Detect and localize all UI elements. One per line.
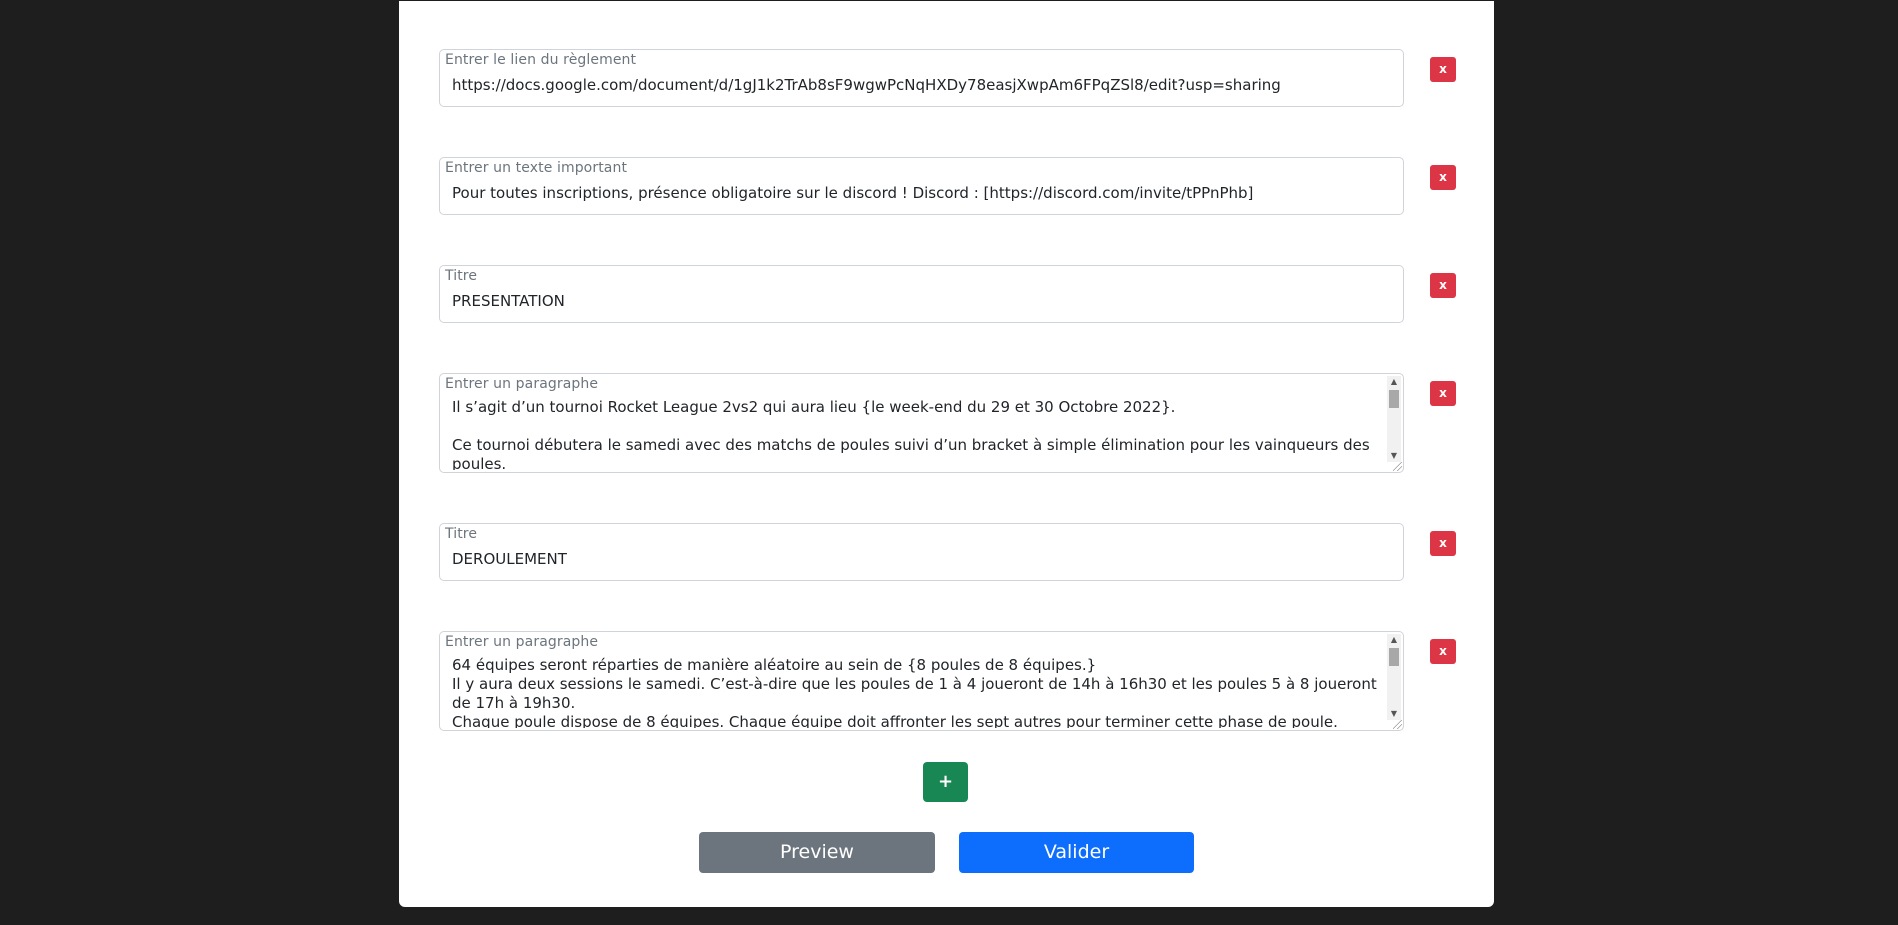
important-text-field[interactable]: Entrer un texte important Pour toutes in… (439, 157, 1404, 215)
paragraph-textarea[interactable]: Il s’agit d’un tournoi Rocket League 2vs… (452, 398, 1377, 470)
paragraph-field[interactable]: Entrer un paragraphe Il s’agit d’un tour… (439, 373, 1404, 473)
title-input[interactable]: DEROULEMENT (452, 550, 1391, 568)
delete-button[interactable]: x (1430, 639, 1456, 664)
scroll-up-icon[interactable]: ▲ (1387, 634, 1401, 646)
scrollbar[interactable]: ▲ ▼ (1387, 634, 1401, 720)
paragraph-line: 64 équipes seront réparties de manière a… (452, 656, 1097, 674)
scroll-down-icon[interactable]: ▼ (1387, 708, 1401, 720)
resize-grip-icon[interactable] (1393, 720, 1402, 729)
title-field[interactable]: Titre PRESENTATION (439, 265, 1404, 323)
delete-button[interactable]: x (1430, 57, 1456, 82)
field-label: Entrer un texte important (445, 160, 628, 176)
delete-button[interactable]: x (1430, 531, 1456, 556)
important-text-input[interactable]: Pour toutes inscriptions, présence oblig… (452, 184, 1391, 202)
paragraph-textarea[interactable]: 64 équipes seront réparties de manière a… (452, 656, 1377, 728)
field-label: Titre (445, 526, 478, 542)
preview-button[interactable]: Preview (699, 832, 935, 873)
paragraph-line (452, 417, 1377, 436)
scroll-up-icon[interactable]: ▲ (1387, 376, 1401, 388)
delete-button[interactable]: x (1430, 381, 1456, 406)
paragraph-line: Chaque poule dispose de 8 équipes. Chaqu… (452, 713, 1338, 728)
title-input[interactable]: PRESENTATION (452, 292, 1391, 310)
title-field[interactable]: Titre DEROULEMENT (439, 523, 1404, 581)
field-label: Entrer le lien du règlement (445, 52, 637, 68)
resize-grip-icon[interactable] (1393, 462, 1402, 471)
rules-link-input[interactable]: https://docs.google.com/document/d/1gJ1k… (452, 76, 1391, 94)
field-label: Entrer un paragraphe (445, 376, 599, 392)
paragraph-line: Ce tournoi débutera le samedi avec des m… (452, 436, 1370, 470)
editor-panel: Entrer le lien du règlement https://docs… (399, 1, 1494, 907)
scrollbar[interactable]: ▲ ▼ (1387, 376, 1401, 462)
scroll-thumb[interactable] (1389, 648, 1399, 666)
delete-button[interactable]: x (1430, 273, 1456, 298)
validate-button[interactable]: Valider (959, 832, 1194, 873)
scroll-thumb[interactable] (1389, 390, 1399, 408)
paragraph-line: Il y aura deux sessions le samedi. C’est… (452, 675, 1377, 712)
field-label: Entrer un paragraphe (445, 634, 599, 650)
field-label: Titre (445, 268, 478, 284)
add-block-button[interactable]: + (923, 762, 968, 802)
rules-link-field[interactable]: Entrer le lien du règlement https://docs… (439, 49, 1404, 107)
scroll-down-icon[interactable]: ▼ (1387, 450, 1401, 462)
delete-button[interactable]: x (1430, 165, 1456, 190)
paragraph-field[interactable]: Entrer un paragraphe 64 équipes seront r… (439, 631, 1404, 731)
paragraph-line: Il s’agit d’un tournoi Rocket League 2vs… (452, 398, 1176, 416)
